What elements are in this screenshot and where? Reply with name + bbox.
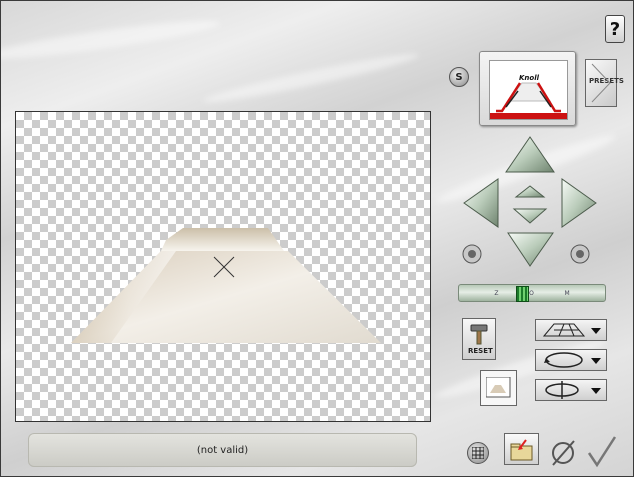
perspective-mode-button[interactable] xyxy=(535,319,607,341)
flip-axis-icon xyxy=(545,381,579,399)
zoom-slider-marks: Z O M xyxy=(459,285,605,301)
arrow-right-icon xyxy=(561,178,597,228)
presets-button[interactable]: PRESETS xyxy=(585,59,624,107)
reset-label: RESET xyxy=(468,347,493,355)
slider-mark: Z xyxy=(494,289,499,297)
preview-logo-text: Knoll xyxy=(519,74,540,82)
folder-icon xyxy=(510,439,533,461)
help-button[interactable]: ? xyxy=(605,15,625,43)
grid-icon xyxy=(472,447,484,459)
chevron-down-icon xyxy=(591,358,601,364)
preview-canvas[interactable] xyxy=(15,111,431,422)
arrow-left-icon xyxy=(463,178,499,228)
cancel-button[interactable] xyxy=(550,438,578,468)
zoom-slider-thumb[interactable] xyxy=(516,286,529,302)
ok-button[interactable] xyxy=(586,435,618,469)
chevron-down-icon xyxy=(591,388,601,394)
preset-preview-image: Knoll xyxy=(489,60,568,120)
rotate-loop-icon xyxy=(545,352,583,368)
hammer-icon xyxy=(470,324,488,345)
preset-preview[interactable]: Knoll xyxy=(479,51,576,126)
navigation-pad xyxy=(462,136,597,267)
s-button[interactable]: S xyxy=(449,67,469,87)
small-up-icon xyxy=(514,185,546,198)
shape-thumbnail-button[interactable] xyxy=(480,370,517,406)
flip-mode-button[interactable] xyxy=(535,379,607,401)
small-down-icon xyxy=(512,208,548,224)
load-file-button[interactable] xyxy=(504,433,539,465)
status-text: (not valid) xyxy=(196,444,249,456)
status-bar: (not valid) xyxy=(28,433,417,467)
zoom-slider[interactable]: Z O M xyxy=(458,284,606,302)
s-button-label: S xyxy=(455,71,463,83)
reset-button[interactable]: RESET xyxy=(462,318,496,360)
presets-fold-icon xyxy=(591,63,611,103)
grid-toggle-button[interactable] xyxy=(467,442,489,464)
rotate-mode-button[interactable] xyxy=(535,349,607,371)
shape-top xyxy=(161,228,284,251)
checkmark-icon xyxy=(587,436,617,468)
shape-thumbnail-icon xyxy=(486,377,511,398)
perspective-grid-icon xyxy=(542,323,586,337)
arrow-down-icon xyxy=(507,232,554,267)
chevron-down-icon xyxy=(591,328,601,334)
cancel-icon xyxy=(552,440,575,466)
filter-window: ? S Knoll PRESETS Z O M RESET (not valid… xyxy=(0,0,634,477)
slider-mark: O xyxy=(529,289,534,297)
arrow-up-icon xyxy=(505,136,555,173)
slider-mark: M xyxy=(564,289,570,297)
help-label: ? xyxy=(609,18,621,40)
